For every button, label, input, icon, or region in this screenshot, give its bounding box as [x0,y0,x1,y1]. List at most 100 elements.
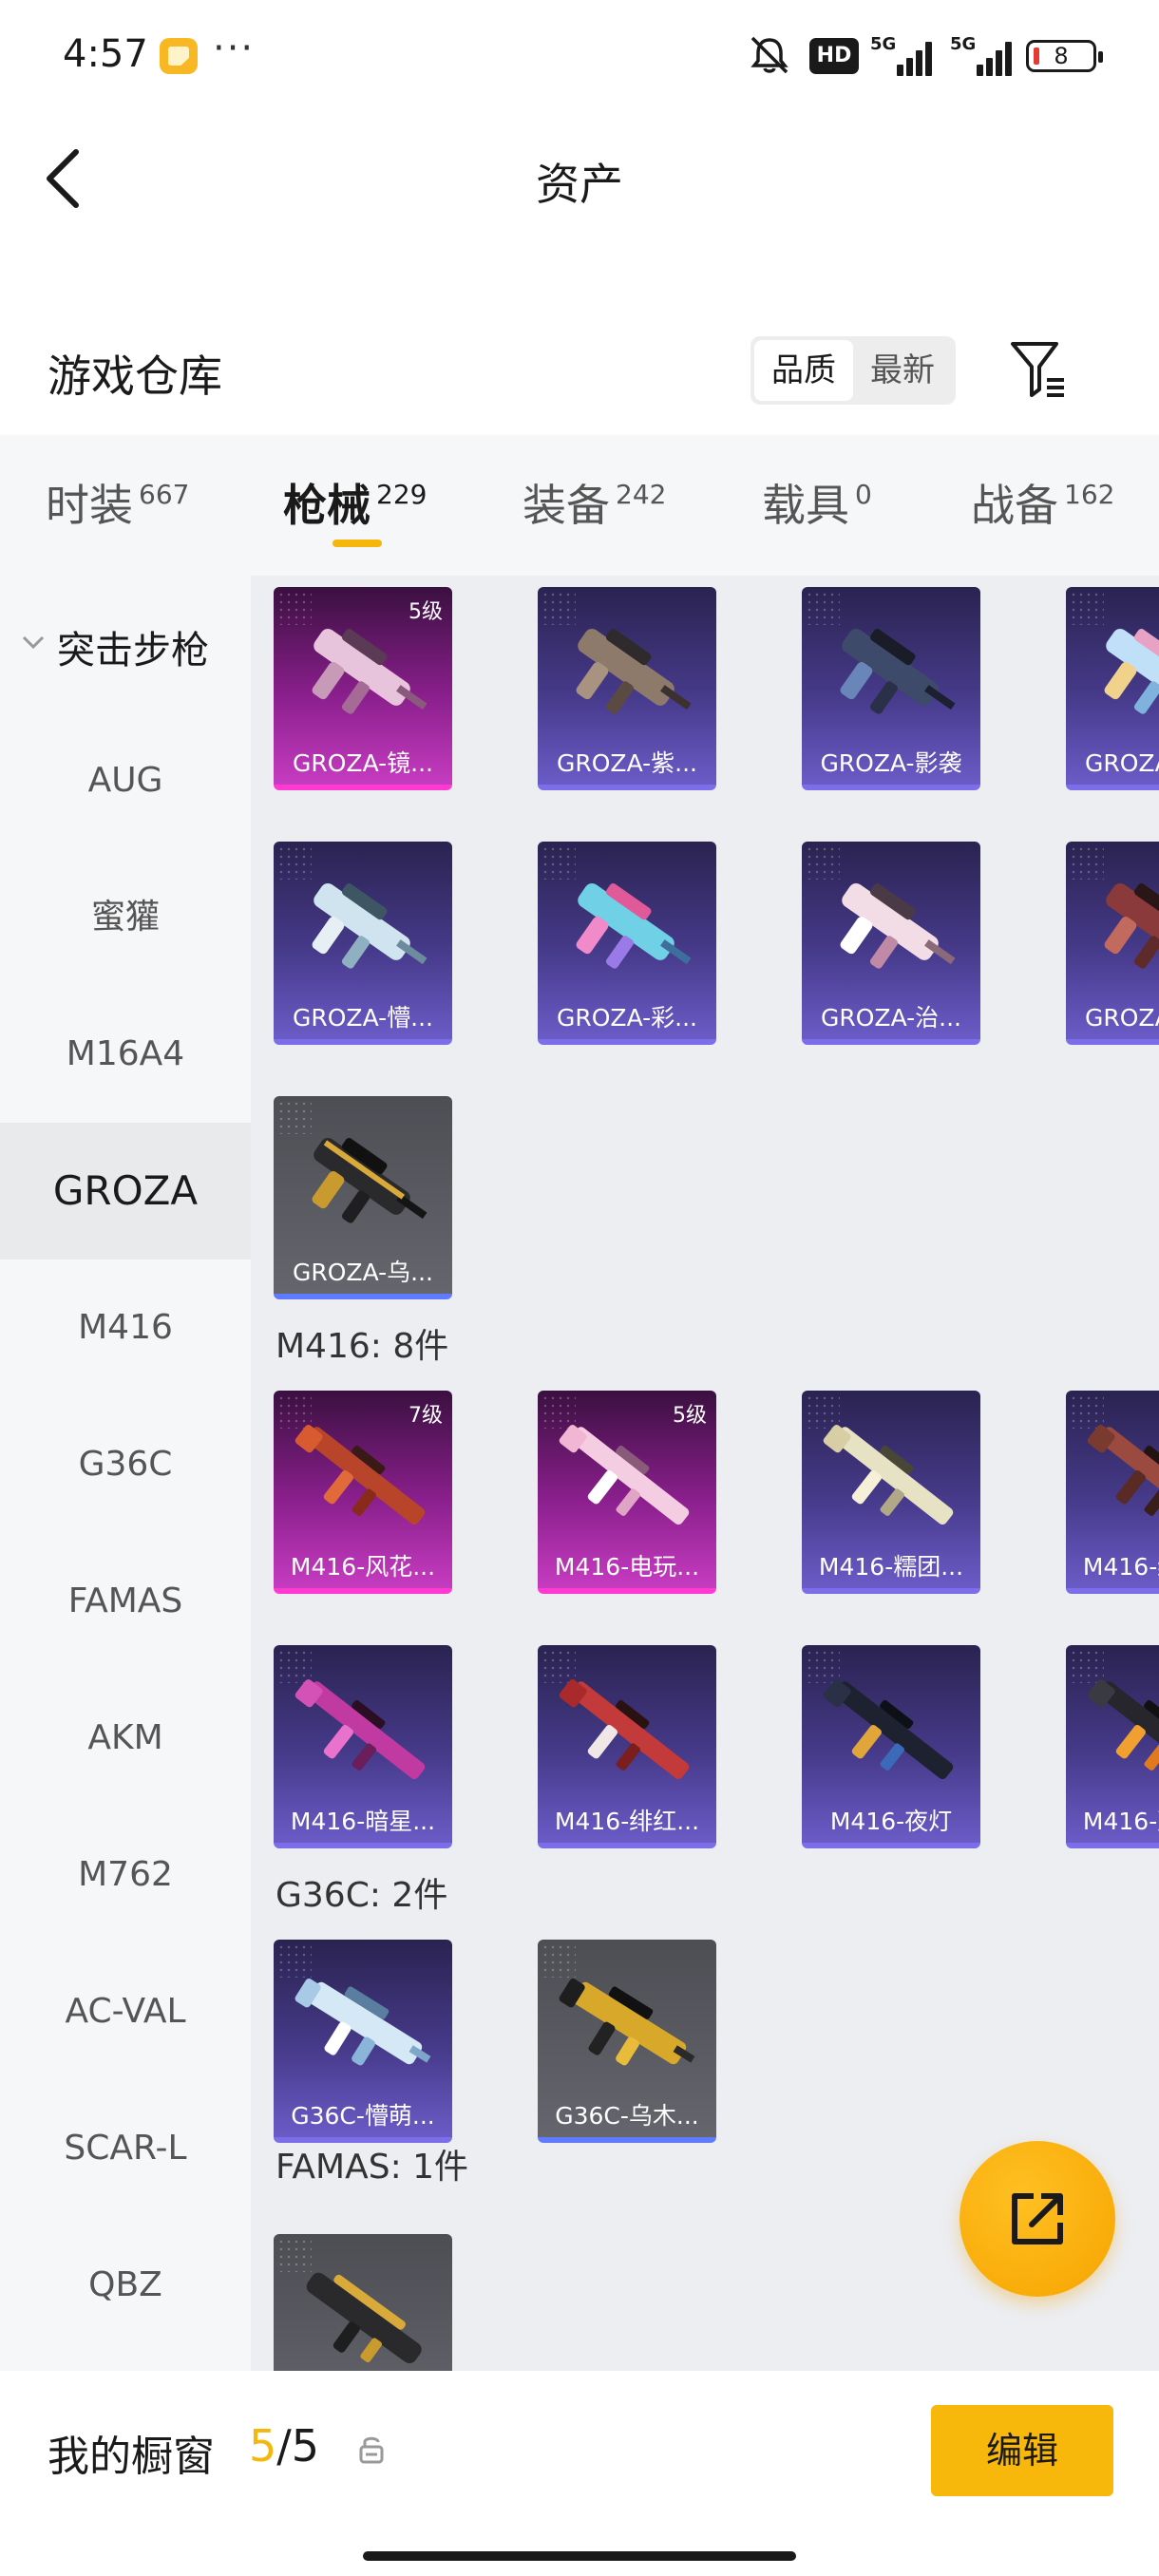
sort-toggle: 品质 最新 [750,336,956,405]
section-title-g36c: G36C: 2件 [276,1876,448,1915]
weapon-name: GROZA-彩... [557,1004,697,1032]
weapon-card[interactable]: GROZA-彩... [538,842,716,1045]
weapon-name: M416-夜灯 [829,1808,953,1835]
edit-showcase-button[interactable]: 编辑 [931,2405,1113,2496]
showcase-count: 5/5 [249,2420,319,2472]
tab-count: 667 [139,479,190,510]
weapon-name: GROZA-紫... [557,749,697,777]
weapon-card[interactable]: GROZA-紫... [538,587,716,790]
weapon-name: GROZA-海... [1085,749,1159,777]
tab-count: 0 [855,479,872,510]
groza-skin-icon [576,882,692,969]
tab-label: 枪械 [283,480,370,531]
weapon-card[interactable]: GROZA-生... [1066,842,1159,1045]
weapon-card[interactable]: GROZA-海... [1066,587,1159,790]
weapon-card[interactable]: M416-红色... [1066,1391,1159,1594]
groza-skin-icon [1104,882,1159,969]
m416-skin-icon [1087,1425,1159,1525]
showcase-label: 我的橱窗 [48,2433,215,2481]
weapon-card[interactable]: GROZA-懵... [274,842,452,1045]
m416-skin-icon [823,1679,954,1780]
weapon-name: M416-蓝色... [1082,1808,1159,1835]
groza-skin-icon [1104,628,1159,714]
m416-skin-icon [294,1425,426,1525]
sidebar-item-honey-badger[interactable]: 蜜獾 [0,849,251,986]
weapon-name: GROZA-懵... [293,1004,433,1032]
sidebar-item-scar-l[interactable]: SCAR-L [0,2080,251,2217]
tab-count: 242 [616,479,667,510]
sort-by-newest-button[interactable]: 最新 [853,340,952,401]
famas-skin-icon [306,2272,422,2364]
weapon-name: GROZA-治... [821,1004,961,1032]
showcase-total: 5 [291,2420,320,2472]
weapon-card[interactable]: GROZA-乌... [274,1096,452,1299]
sidebar-item-m762[interactable]: M762 [0,1807,251,1943]
weapon-name: GROZA-镜... [293,749,433,777]
weapon-card[interactable]: M416-糯团... [802,1391,980,1594]
share-button[interactable] [960,2141,1115,2297]
notes-app-icon [160,38,198,74]
signal-sim1-icon: 5G [870,34,937,76]
showcase-bar: 我的橱窗 5/5 编辑 [0,2371,1159,2576]
weapon-card[interactable] [274,2234,452,2371]
weapon-card[interactable]: G36C-乌木... [538,1940,716,2143]
tab-label: 载具 [762,480,849,531]
battery-level: 8 [1054,43,1069,69]
sidebar-item-famas[interactable]: FAMAS [0,1533,251,1670]
sidebar-item-g36c[interactable]: G36C [0,1396,251,1533]
weapon-level-badge: 7级 [408,1404,443,1428]
chevron-down-icon [22,635,45,650]
weapon-sidebar: 突击步枪 AUG 蜜獾 M16A4 GROZA M416 G36C FAMAS … [0,576,251,2371]
sidebar-item-qbz[interactable]: QBZ [0,2217,251,2354]
filter-icon[interactable] [1007,336,1068,403]
weapon-card[interactable]: GROZA-治... [802,842,980,1045]
weapon-level-badge: 5级 [673,1404,707,1428]
weapon-card[interactable]: GROZA-影袭 [802,587,980,790]
g36c-skin-icon [559,1979,695,2066]
sidebar-item-ac-val[interactable]: AC-VAL [0,1943,251,2080]
weapon-card[interactable]: M416-绯红... [538,1645,716,1848]
weapon-card[interactable]: G36C-懵萌... [274,1940,452,2143]
m416-skin-icon [294,1679,426,1780]
section-title-m416: M416: 8件 [276,1327,449,1366]
showcase-separator: / [276,2420,292,2472]
status-bar: 4:57 ··· HD 5G 5G 8 [0,0,1159,112]
weapon-card[interactable]: 5级 M416-电玩... [538,1391,716,1594]
weapon-name: M416-风花... [290,1553,436,1581]
weapon-card[interactable]: 5级 GROZA-镜... [274,587,452,790]
tab-supplies[interactable]: 战备 162 [971,471,1114,534]
lock-icon [359,2436,384,2464]
tab-count: 229 [376,479,428,510]
weapon-name: M416-暗星... [290,1808,436,1835]
weapon-name: GROZA-乌... [293,1259,433,1286]
weapon-card[interactable]: M416-夜灯 [802,1645,980,1848]
sidebar-item-akm[interactable]: AKM [0,1670,251,1807]
tab-outfits[interactable]: 时装 667 [46,471,189,534]
sort-by-quality-button[interactable]: 品质 [754,340,853,401]
tab-count: 162 [1064,479,1115,510]
sidebar-item-m16a4[interactable]: M16A4 [0,986,251,1123]
sidebar-group-assault-rifles[interactable]: 突击步枪 [0,576,251,712]
nav-bar: 资产 [0,112,1159,245]
tab-vehicles[interactable]: 载具 0 [762,471,872,534]
weapon-name: M416-电玩... [554,1553,700,1581]
active-tab-indicator [332,540,382,547]
weapon-card[interactable]: M416-暗星... [274,1645,452,1848]
weapon-name: GROZA-生... [1085,1004,1159,1032]
sidebar-item-m416[interactable]: M416 [0,1260,251,1396]
weapon-name: GROZA-影袭 [820,749,962,777]
groza-skin-icon [312,1137,428,1223]
tab-label: 时装 [46,480,133,531]
groza-skin-icon [312,882,428,969]
groza-skin-icon [576,628,692,714]
m416-skin-icon [559,1425,690,1525]
more-notifications-icon: ··· [213,27,256,70]
tab-equipment[interactable]: 装备 242 [522,471,666,534]
sidebar-item-aug[interactable]: AUG [0,712,251,849]
weapon-card[interactable]: M416-蓝色... [1066,1645,1159,1848]
tab-guns[interactable]: 枪械 229 [283,471,427,534]
showcase-current: 5 [249,2420,277,2472]
weapon-card[interactable]: 7级 M416-风花... [274,1391,452,1594]
weapon-name: M416-糯团... [818,1553,964,1581]
sidebar-item-groza[interactable]: GROZA [0,1123,251,1260]
